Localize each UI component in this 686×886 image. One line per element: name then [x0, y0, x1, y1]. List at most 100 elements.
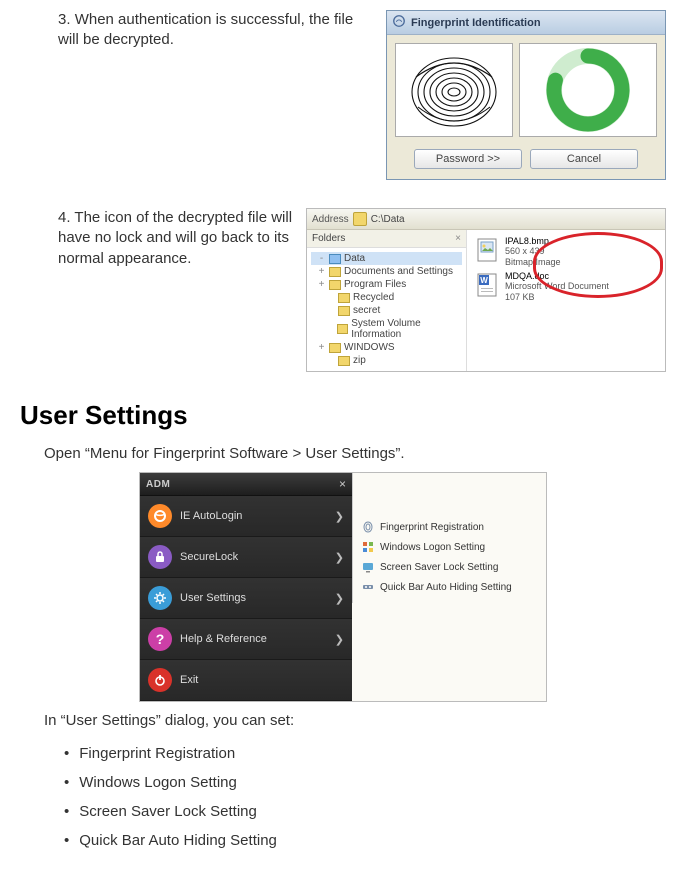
- ie-icon: [148, 504, 172, 528]
- tree-item[interactable]: + WINDOWS: [311, 341, 462, 354]
- submenu-item[interactable]: Windows Logon Setting: [359, 537, 540, 557]
- file-item[interactable]: IPAL8.bmp 560 x 439 Bitmap Image: [471, 234, 661, 269]
- password-button[interactable]: Password >>: [414, 149, 522, 169]
- list-item: Windows Logon Setting: [64, 768, 666, 797]
- tree-label: WINDOWS: [344, 342, 395, 353]
- address-label: Address: [312, 214, 349, 225]
- section-heading: User Settings: [20, 400, 666, 431]
- address-bar: Address C:\Data: [307, 209, 665, 230]
- tree-label: Recycled: [353, 292, 394, 303]
- folders-pane: Folders × - Data + Documents and Setting…: [307, 230, 467, 371]
- step-4-body: The icon of the decrypted file will have…: [58, 209, 292, 267]
- tree-label: secret: [353, 305, 380, 316]
- address-value: C:\Data: [371, 214, 405, 225]
- menu-label: Help & Reference: [180, 633, 267, 645]
- menu-label: Exit: [180, 674, 198, 686]
- cancel-button[interactable]: Cancel: [530, 149, 638, 169]
- menu-item-ie-autologin[interactable]: IE AutoLogin ❯: [140, 496, 352, 537]
- folder-icon: [329, 280, 341, 290]
- submenu-item[interactable]: Screen Saver Lock Setting: [359, 557, 540, 577]
- tree-item[interactable]: Recycled: [311, 291, 462, 304]
- submenu-item[interactable]: Quick Bar Auto Hiding Setting: [359, 577, 540, 597]
- step-3-body: When authentication is successful, the f…: [58, 11, 353, 48]
- menu-label: SecureLock: [180, 551, 238, 563]
- menu-item-exit[interactable]: Exit: [140, 660, 352, 701]
- file-meta-2: Bitmap Image: [505, 257, 561, 267]
- lock-icon: [148, 545, 172, 569]
- folder-icon: [338, 306, 350, 316]
- tree-item[interactable]: - Data: [311, 252, 462, 265]
- file-meta-1: Microsoft Word Document: [505, 281, 609, 291]
- step-3-text: 3. When authentication is successful, th…: [20, 10, 386, 51]
- folder-icon: [329, 343, 341, 353]
- submenu-label: Screen Saver Lock Setting: [380, 562, 498, 573]
- power-icon: [148, 668, 172, 692]
- chevron-right-icon: ❯: [335, 510, 344, 523]
- file-name: MDQA.doc: [505, 271, 609, 281]
- chevron-right-icon: ❯: [335, 551, 344, 564]
- file-meta-1: 560 x 439: [505, 246, 561, 256]
- adm-label: ADM: [146, 479, 170, 490]
- submenu: Fingerprint Registration Windows Logon S…: [352, 473, 546, 701]
- fingerprint-dialog: Fingerprint Identification: [386, 10, 666, 180]
- fingerprint-icon: [392, 14, 406, 31]
- fingerprint-small-icon: [361, 520, 375, 534]
- main-menu: ADM × IE AutoLogin ❯ SecureLock ❯: [140, 473, 352, 701]
- tree-item[interactable]: + Program Files: [311, 278, 462, 291]
- tree-item[interactable]: zip: [311, 354, 462, 367]
- files-pane: IPAL8.bmp 560 x 439 Bitmap Image W MDQA.…: [467, 230, 665, 371]
- file-item[interactable]: W MDQA.doc Microsoft Word Document 107 K…: [471, 269, 661, 304]
- explorer-window: Address C:\Data Folders × - Data: [306, 208, 666, 372]
- help-icon: ?: [148, 627, 172, 651]
- submenu-label: Quick Bar Auto Hiding Setting: [380, 582, 512, 593]
- menu-label: User Settings: [180, 592, 246, 604]
- menu-item-help[interactable]: ? Help & Reference ❯: [140, 619, 352, 660]
- folder-icon: [329, 254, 341, 264]
- gear-icon: [148, 586, 172, 610]
- word-file-icon: W: [473, 271, 501, 299]
- list-item: Fingerprint Registration: [64, 739, 666, 768]
- menu-label: IE AutoLogin: [180, 510, 242, 522]
- windows-icon: [361, 540, 375, 554]
- dialog-titlebar: Fingerprint Identification: [387, 11, 665, 35]
- file-name: IPAL8.bmp: [505, 236, 561, 246]
- menu-item-user-settings[interactable]: User Settings ❯: [140, 578, 352, 619]
- folder-icon: [329, 267, 341, 277]
- tree-label: Program Files: [344, 279, 406, 290]
- list-item: Quick Bar Auto Hiding Setting: [64, 826, 666, 855]
- close-icon[interactable]: ×: [455, 233, 461, 244]
- chevron-right-icon: ❯: [335, 633, 344, 646]
- tree-label: Documents and Settings: [344, 266, 453, 277]
- step-4-text: 4. The icon of the decrypted file will h…: [20, 208, 306, 269]
- screensaver-icon: [361, 560, 375, 574]
- tree-item[interactable]: System Volume Information: [311, 317, 462, 341]
- folder-icon: [353, 212, 367, 226]
- tree-item[interactable]: secret: [311, 304, 462, 317]
- tree-label: System Volume Information: [351, 318, 462, 340]
- step-3-num: 3.: [58, 11, 71, 28]
- dialog-title: Fingerprint Identification: [411, 17, 541, 29]
- step-3: 3. When authentication is successful, th…: [20, 10, 666, 180]
- menu-item-securelock[interactable]: SecureLock ❯: [140, 537, 352, 578]
- tree-item[interactable]: + Documents and Settings: [311, 265, 462, 278]
- step-4: 4. The icon of the decrypted file will h…: [20, 208, 666, 372]
- svg-text:W: W: [480, 276, 488, 285]
- folders-label: Folders: [312, 233, 345, 244]
- image-file-icon: [473, 236, 501, 264]
- menu-screenshot: ADM × IE AutoLogin ❯ SecureLock ❯: [139, 472, 547, 702]
- folder-icon: [338, 356, 350, 366]
- close-icon[interactable]: ×: [339, 477, 346, 491]
- submenu-label: Windows Logon Setting: [380, 542, 485, 553]
- fingerprint-progress: [519, 43, 657, 137]
- quickbar-icon: [361, 580, 375, 594]
- folder-icon: [337, 324, 348, 334]
- fingerprint-preview: [395, 43, 513, 137]
- settings-list: Fingerprint Registration Windows Logon S…: [20, 739, 666, 855]
- folder-icon: [338, 293, 350, 303]
- submenu-item[interactable]: Fingerprint Registration: [359, 517, 540, 537]
- list-item: Screen Saver Lock Setting: [64, 797, 666, 826]
- submenu-label: Fingerprint Registration: [380, 522, 484, 533]
- dialog-text: In “User Settings” dialog, you can set:: [20, 710, 666, 731]
- chevron-right-icon: ❯: [335, 592, 344, 605]
- step-4-num: 4.: [58, 209, 71, 226]
